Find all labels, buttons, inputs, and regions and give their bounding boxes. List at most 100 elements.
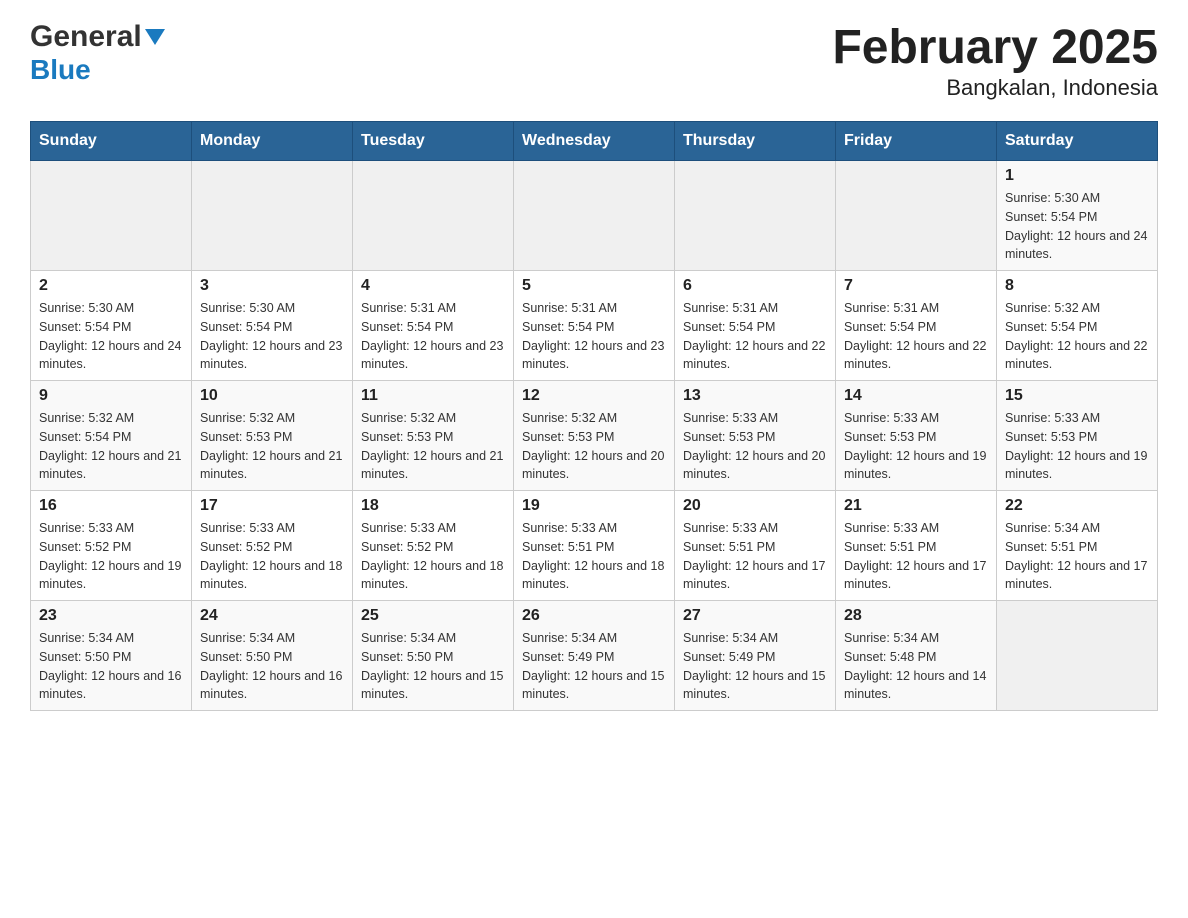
day-info: Sunrise: 5:34 AM Sunset: 5:48 PM Dayligh… <box>844 629 988 704</box>
day-number: 2 <box>39 277 183 295</box>
day-number: 26 <box>522 607 666 625</box>
day-number: 28 <box>844 607 988 625</box>
day-number: 22 <box>1005 497 1149 515</box>
week-row-1: 1 Sunrise: 5:30 AM Sunset: 5:54 PM Daylig… <box>31 161 1158 271</box>
day-info: Sunrise: 5:33 AM Sunset: 5:51 PM Dayligh… <box>844 519 988 594</box>
col-thursday: Thursday <box>675 122 836 161</box>
day-number: 21 <box>844 497 988 515</box>
day-info: Sunrise: 5:34 AM Sunset: 5:50 PM Dayligh… <box>200 629 344 704</box>
calendar-cell: 28 Sunrise: 5:34 AM Sunset: 5:48 PM Dayli… <box>836 601 997 711</box>
day-info: Sunrise: 5:30 AM Sunset: 5:54 PM Dayligh… <box>39 299 183 374</box>
calendar-cell: 1 Sunrise: 5:30 AM Sunset: 5:54 PM Daylig… <box>997 161 1158 271</box>
day-number: 14 <box>844 387 988 405</box>
day-info: Sunrise: 5:34 AM Sunset: 5:49 PM Dayligh… <box>683 629 827 704</box>
col-friday: Friday <box>836 122 997 161</box>
calendar-cell: 15 Sunrise: 5:33 AM Sunset: 5:53 PM Dayli… <box>997 381 1158 491</box>
calendar-cell: 20 Sunrise: 5:33 AM Sunset: 5:51 PM Dayli… <box>675 491 836 601</box>
col-tuesday: Tuesday <box>353 122 514 161</box>
logo-general-text: General <box>30 20 142 54</box>
calendar-cell: 13 Sunrise: 5:33 AM Sunset: 5:53 PM Dayli… <box>675 381 836 491</box>
page-header: General Blue February 2025 Bangkalan, In… <box>30 20 1158 101</box>
day-info: Sunrise: 5:33 AM Sunset: 5:53 PM Dayligh… <box>844 409 988 484</box>
day-info: Sunrise: 5:30 AM Sunset: 5:54 PM Dayligh… <box>200 299 344 374</box>
day-info: Sunrise: 5:30 AM Sunset: 5:54 PM Dayligh… <box>1005 189 1149 264</box>
day-number: 5 <box>522 277 666 295</box>
calendar-cell: 23 Sunrise: 5:34 AM Sunset: 5:50 PM Dayli… <box>31 601 192 711</box>
day-number: 13 <box>683 387 827 405</box>
day-number: 19 <box>522 497 666 515</box>
calendar-cell: 11 Sunrise: 5:32 AM Sunset: 5:53 PM Dayli… <box>353 381 514 491</box>
calendar-cell <box>192 161 353 271</box>
day-number: 25 <box>361 607 505 625</box>
day-info: Sunrise: 5:31 AM Sunset: 5:54 PM Dayligh… <box>844 299 988 374</box>
week-row-3: 9 Sunrise: 5:32 AM Sunset: 5:54 PM Daylig… <box>31 381 1158 491</box>
day-number: 6 <box>683 277 827 295</box>
day-info: Sunrise: 5:34 AM Sunset: 5:49 PM Dayligh… <box>522 629 666 704</box>
day-number: 24 <box>200 607 344 625</box>
calendar-cell: 14 Sunrise: 5:33 AM Sunset: 5:53 PM Dayli… <box>836 381 997 491</box>
calendar-cell: 10Sunrise: 5:32 AM Sunset: 5:53 PM Dayli… <box>192 381 353 491</box>
day-number: 3 <box>200 277 344 295</box>
calendar-cell: 26 Sunrise: 5:34 AM Sunset: 5:49 PM Dayli… <box>514 601 675 711</box>
calendar-cell: 7Sunrise: 5:31 AM Sunset: 5:54 PM Daylig… <box>836 271 997 381</box>
calendar-cell <box>514 161 675 271</box>
day-info: Sunrise: 5:31 AM Sunset: 5:54 PM Dayligh… <box>522 299 666 374</box>
day-info: Sunrise: 5:33 AM Sunset: 5:52 PM Dayligh… <box>361 519 505 594</box>
day-number: 23 <box>39 607 183 625</box>
calendar-cell: 2 Sunrise: 5:30 AM Sunset: 5:54 PM Daylig… <box>31 271 192 381</box>
day-number: 11 <box>361 387 505 405</box>
calendar-cell: 8Sunrise: 5:32 AM Sunset: 5:54 PM Daylig… <box>997 271 1158 381</box>
day-number: 20 <box>683 497 827 515</box>
day-info: Sunrise: 5:33 AM Sunset: 5:51 PM Dayligh… <box>683 519 827 594</box>
calendar-cell <box>675 161 836 271</box>
day-number: 8 <box>1005 277 1149 295</box>
day-info: Sunrise: 5:32 AM Sunset: 5:53 PM Dayligh… <box>200 409 344 484</box>
day-number: 17 <box>200 497 344 515</box>
day-number: 9 <box>39 387 183 405</box>
calendar-cell: 5 Sunrise: 5:31 AM Sunset: 5:54 PM Daylig… <box>514 271 675 381</box>
day-info: Sunrise: 5:33 AM Sunset: 5:51 PM Dayligh… <box>522 519 666 594</box>
calendar-cell <box>836 161 997 271</box>
calendar-cell: 6 Sunrise: 5:31 AM Sunset: 5:54 PM Daylig… <box>675 271 836 381</box>
calendar-cell <box>31 161 192 271</box>
day-info: Sunrise: 5:34 AM Sunset: 5:50 PM Dayligh… <box>39 629 183 704</box>
calendar-table: Sunday Monday Tuesday Wednesday Thursday… <box>30 121 1158 711</box>
day-info: Sunrise: 5:34 AM Sunset: 5:50 PM Dayligh… <box>361 629 505 704</box>
logo-blue-text: Blue <box>30 54 91 85</box>
day-info: Sunrise: 5:33 AM Sunset: 5:52 PM Dayligh… <box>200 519 344 594</box>
calendar-cell: 12 Sunrise: 5:32 AM Sunset: 5:53 PM Dayli… <box>514 381 675 491</box>
calendar-cell: 24 Sunrise: 5:34 AM Sunset: 5:50 PM Dayli… <box>192 601 353 711</box>
day-info: Sunrise: 5:33 AM Sunset: 5:53 PM Dayligh… <box>1005 409 1149 484</box>
day-number: 16 <box>39 497 183 515</box>
col-monday: Monday <box>192 122 353 161</box>
day-number: 12 <box>522 387 666 405</box>
day-info: Sunrise: 5:32 AM Sunset: 5:53 PM Dayligh… <box>361 409 505 484</box>
calendar-cell: 18Sunrise: 5:33 AM Sunset: 5:52 PM Dayli… <box>353 491 514 601</box>
calendar-cell: 22 Sunrise: 5:34 AM Sunset: 5:51 PM Dayli… <box>997 491 1158 601</box>
calendar-cell <box>353 161 514 271</box>
calendar-cell <box>997 601 1158 711</box>
day-number: 15 <box>1005 387 1149 405</box>
calendar-cell: 4 Sunrise: 5:31 AM Sunset: 5:54 PM Daylig… <box>353 271 514 381</box>
day-number: 1 <box>1005 167 1149 185</box>
day-info: Sunrise: 5:33 AM Sunset: 5:53 PM Dayligh… <box>683 409 827 484</box>
calendar-cell: 16 Sunrise: 5:33 AM Sunset: 5:52 PM Dayli… <box>31 491 192 601</box>
calendar-cell: 25 Sunrise: 5:34 AM Sunset: 5:50 PM Dayli… <box>353 601 514 711</box>
calendar-subtitle: Bangkalan, Indonesia <box>832 75 1158 101</box>
day-info: Sunrise: 5:31 AM Sunset: 5:54 PM Dayligh… <box>683 299 827 374</box>
calendar-cell: 9 Sunrise: 5:32 AM Sunset: 5:54 PM Daylig… <box>31 381 192 491</box>
calendar-cell: 19 Sunrise: 5:33 AM Sunset: 5:51 PM Dayli… <box>514 491 675 601</box>
week-row-4: 16 Sunrise: 5:33 AM Sunset: 5:52 PM Dayli… <box>31 491 1158 601</box>
col-sunday: Sunday <box>31 122 192 161</box>
week-row-2: 2 Sunrise: 5:30 AM Sunset: 5:54 PM Daylig… <box>31 271 1158 381</box>
day-info: Sunrise: 5:34 AM Sunset: 5:51 PM Dayligh… <box>1005 519 1149 594</box>
logo: General Blue <box>30 20 165 86</box>
col-wednesday: Wednesday <box>514 122 675 161</box>
day-number: 27 <box>683 607 827 625</box>
week-row-5: 23 Sunrise: 5:34 AM Sunset: 5:50 PM Dayli… <box>31 601 1158 711</box>
day-info: Sunrise: 5:31 AM Sunset: 5:54 PM Dayligh… <box>361 299 505 374</box>
day-info: Sunrise: 5:32 AM Sunset: 5:54 PM Dayligh… <box>39 409 183 484</box>
day-number: 4 <box>361 277 505 295</box>
day-info: Sunrise: 5:32 AM Sunset: 5:53 PM Dayligh… <box>522 409 666 484</box>
day-info: Sunrise: 5:33 AM Sunset: 5:52 PM Dayligh… <box>39 519 183 594</box>
